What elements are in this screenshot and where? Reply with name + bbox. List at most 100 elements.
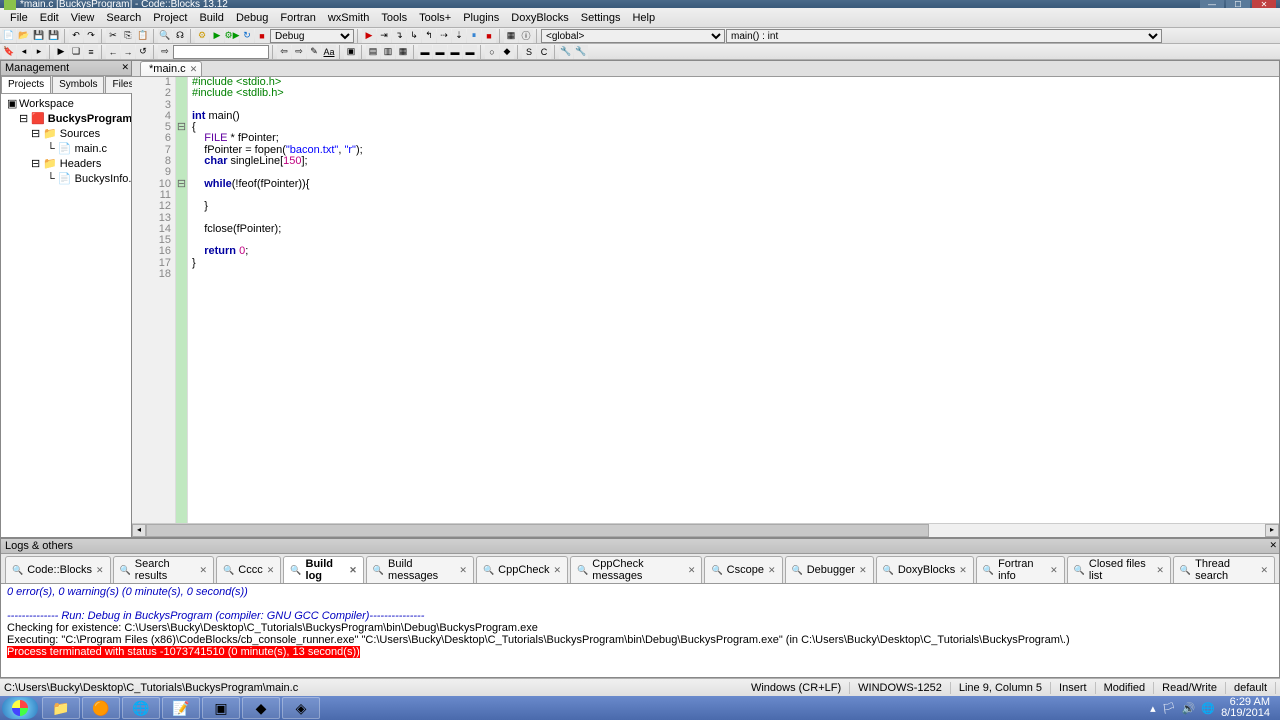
tray-up-icon[interactable]: ▴ (1150, 702, 1156, 715)
bookmark-toggle-icon[interactable]: 🔖 (2, 45, 16, 59)
doxy-block-icon[interactable]: ❏ (69, 45, 83, 59)
close-icon[interactable]: ✕ (959, 565, 967, 576)
task-codeblocks[interactable]: ▣ (202, 697, 240, 719)
step-out-icon[interactable]: ↰ (422, 29, 436, 43)
close-icon[interactable]: ✕ (1156, 565, 1164, 576)
rebuild-icon[interactable]: ↻ (240, 29, 254, 43)
logs-tab-search-results[interactable]: 🔍Search results✕ (113, 556, 215, 583)
wrench2-icon[interactable]: 🔧 (574, 45, 588, 59)
logs-tab-thread-search[interactable]: 🔍Thread search✕ (1173, 556, 1275, 583)
layout3-icon[interactable]: ▬ (448, 45, 462, 59)
menu-build[interactable]: Build (193, 10, 229, 26)
step-instr-icon[interactable]: ⇣ (452, 29, 466, 43)
close-icon[interactable]: ✕ (1260, 565, 1268, 576)
logs-tab-cppcheck[interactable]: 🔍CppCheck✕ (476, 556, 568, 583)
wrench-icon[interactable]: 🔧 (559, 45, 573, 59)
close-icon[interactable]: ✕ (768, 565, 776, 576)
tab-close-icon[interactable]: ✕ (190, 64, 198, 75)
maximize-button[interactable]: ☐ (1226, 0, 1250, 8)
fmt-line-icon[interactable]: ▥ (381, 45, 395, 59)
c-icon[interactable]: C (537, 45, 551, 59)
clock[interactable]: 6:29 AM 8/19/2014 (1221, 697, 1270, 719)
logs-tab-build-log[interactable]: 🔍Build log✕ (283, 556, 364, 583)
bookmark-prev-icon[interactable]: ◂ (17, 45, 31, 59)
menu-project[interactable]: Project (147, 10, 193, 26)
undo-icon[interactable]: ↶ (69, 29, 83, 43)
run-icon[interactable]: ▶ (210, 29, 224, 43)
nav-forward-icon[interactable]: → (121, 45, 135, 59)
nav-last-icon[interactable]: ↺ (136, 45, 150, 59)
minimize-button[interactable]: — (1200, 0, 1224, 8)
paste-icon[interactable]: 📋 (136, 29, 150, 43)
nav-back-icon[interactable]: ← (106, 45, 120, 59)
layout2-icon[interactable]: ▬ (433, 45, 447, 59)
menu-edit[interactable]: Edit (34, 10, 65, 26)
find-icon[interactable]: 🔍 (158, 29, 172, 43)
management-close-icon[interactable]: ✕ (121, 62, 129, 73)
task-mediaplayer[interactable]: 🟠 (82, 697, 120, 719)
new-file-icon[interactable]: 📄 (2, 29, 16, 43)
layout4-icon[interactable]: ▬ (463, 45, 477, 59)
logs-tab-cppcheck-messages[interactable]: 🔍CppCheck messages✕ (570, 556, 702, 583)
copy-icon[interactable]: ⎘ (121, 29, 135, 43)
search-input[interactable] (173, 45, 269, 59)
build-target-select[interactable]: Debug (270, 29, 354, 43)
debug-run-icon[interactable]: ▶ (362, 29, 376, 43)
highlight-icon[interactable]: ✎ (307, 45, 321, 59)
tree-workspace[interactable]: ▣Workspace (3, 96, 129, 111)
build-icon[interactable]: ⚙ (195, 29, 209, 43)
logs-close-icon[interactable]: ✕ (1269, 540, 1277, 551)
browse-forward-icon[interactable]: ⇨ (158, 45, 172, 59)
next-line-icon[interactable]: ↴ (392, 29, 406, 43)
logs-tab-doxyblocks[interactable]: 🔍DoxyBlocks✕ (876, 556, 974, 583)
tray-volume-icon[interactable]: 🔊 (1182, 702, 1196, 715)
build-log-content[interactable]: 0 error(s), 0 warning(s) (0 minute(s), 0… (1, 584, 1279, 677)
task-notepad[interactable]: 📝 (162, 697, 200, 719)
code-editor[interactable]: 123456789101112131415161718 ⊟⊟ #include … (132, 77, 1279, 523)
task-chrome[interactable]: 🌐 (122, 697, 160, 719)
menu-view[interactable]: View (65, 10, 101, 26)
code-content[interactable]: #include <stdio.h>#include <stdlib.h>int… (188, 77, 1279, 523)
replace-icon[interactable]: ☊ (173, 29, 187, 43)
close-icon[interactable]: ✕ (267, 565, 275, 576)
tree-file-header[interactable]: └ 📄 BuckysInfo.h (3, 171, 129, 186)
debug-windows-icon[interactable]: ▦ (504, 29, 518, 43)
stop-debug-icon[interactable]: ■ (482, 29, 496, 43)
logs-tab-code-blocks[interactable]: 🔍Code::Blocks✕ (5, 556, 111, 583)
close-icon[interactable]: ✕ (688, 565, 696, 576)
menu-settings[interactable]: Settings (575, 10, 627, 26)
scroll-left-icon[interactable]: ◂ (132, 524, 146, 537)
close-button[interactable]: ✕ (1252, 0, 1276, 8)
build-run-icon[interactable]: ⚙▶ (225, 29, 239, 43)
select-icon[interactable]: Aa (322, 45, 336, 59)
editor-tab-main[interactable]: *main.c ✕ (140, 61, 202, 76)
close-icon[interactable]: ✕ (554, 565, 562, 576)
tray-flag-icon[interactable]: 🏳 (1162, 702, 1176, 715)
menu-fortran[interactable]: Fortran (274, 10, 321, 26)
redo-icon[interactable]: ↷ (84, 29, 98, 43)
chip-icon[interactable]: ▣ (344, 45, 358, 59)
jump-next-icon[interactable]: ⇨ (292, 45, 306, 59)
menu-help[interactable]: Help (626, 10, 661, 26)
start-button[interactable] (2, 697, 38, 719)
abort-icon[interactable]: ■ (255, 29, 269, 43)
fold-margin[interactable]: ⊟⊟ (176, 77, 188, 523)
menu-tools[interactable]: Tools+ (413, 10, 457, 26)
mgmt-tab-projects[interactable]: Projects (1, 76, 51, 93)
menu-plugins[interactable]: Plugins (457, 10, 505, 26)
close-icon[interactable]: ✕ (200, 565, 208, 576)
task-app2[interactable]: ◈ (282, 697, 320, 719)
logs-tab-cscope[interactable]: 🔍Cscope✕ (704, 556, 782, 583)
save-icon[interactable]: 💾 (32, 29, 46, 43)
next-instr-icon[interactable]: ⇢ (437, 29, 451, 43)
menu-file[interactable]: File (4, 10, 34, 26)
doxy-run-icon[interactable]: ▶ (54, 45, 68, 59)
menu-tools[interactable]: Tools (375, 10, 413, 26)
tree-folder-headers[interactable]: ⊟📁 Headers (3, 156, 129, 171)
tree-project[interactable]: ⊟🟥 BuckysProgram (3, 111, 129, 126)
tree-file-main[interactable]: └ 📄 main.c (3, 141, 129, 156)
task-app1[interactable]: ◆ (242, 697, 280, 719)
close-icon[interactable]: ✕ (459, 565, 467, 576)
scope-select[interactable]: <global> (541, 29, 725, 43)
logs-tab-fortran-info[interactable]: 🔍Fortran info✕ (976, 556, 1065, 583)
